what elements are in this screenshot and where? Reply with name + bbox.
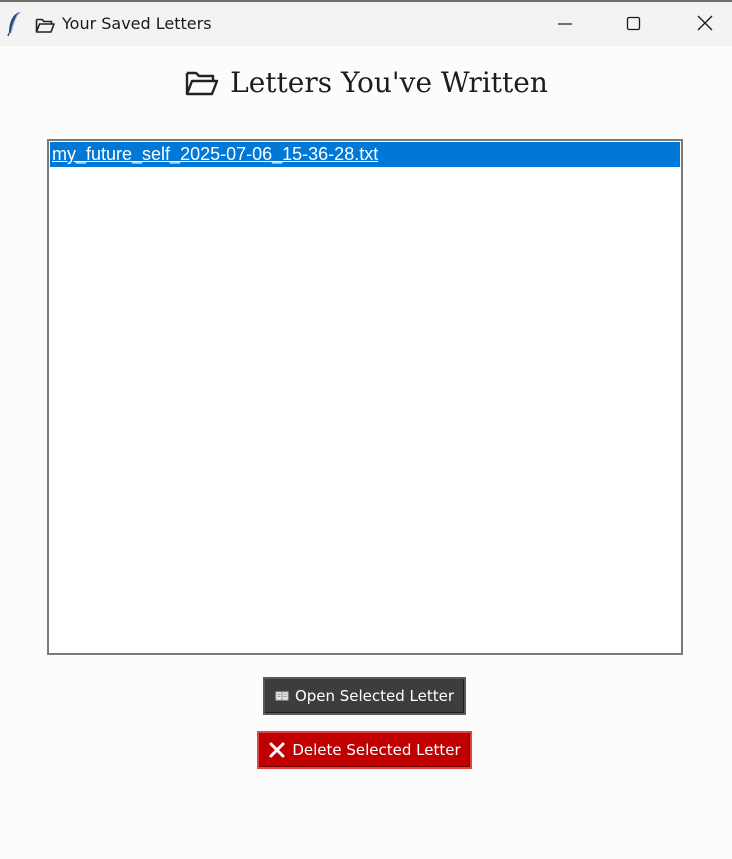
maximize-button[interactable]: [611, 2, 657, 46]
title-bar[interactable]: Your Saved Letters: [0, 0, 732, 46]
folder-icon: [35, 18, 55, 33]
folder-icon: [185, 71, 219, 96]
maximize-icon: [626, 16, 641, 31]
minimize-icon: [558, 23, 572, 25]
delete-letter-button[interactable]: Delete Selected Letter: [257, 731, 472, 769]
page-heading: Letters You've Written: [0, 66, 732, 99]
open-letter-button[interactable]: Open Selected Letter: [263, 677, 466, 715]
x-icon: [269, 742, 285, 758]
letters-listbox[interactable]: my_future_self_2025-07-06_15-36-28.txt: [47, 139, 683, 655]
window-title: Your Saved Letters: [62, 14, 212, 33]
feather-icon: [7, 11, 20, 37]
minimize-button[interactable]: [542, 2, 588, 46]
page-title: Letters You've Written: [230, 66, 548, 99]
delete-letter-label: Delete Selected Letter: [292, 741, 461, 759]
close-button[interactable]: [682, 2, 728, 46]
list-item-letter[interactable]: my_future_self_2025-07-06_15-36-28.txt: [50, 142, 680, 167]
open-letter-label: Open Selected Letter: [294, 687, 455, 705]
close-icon: [697, 15, 713, 31]
book-icon: [275, 691, 289, 701]
